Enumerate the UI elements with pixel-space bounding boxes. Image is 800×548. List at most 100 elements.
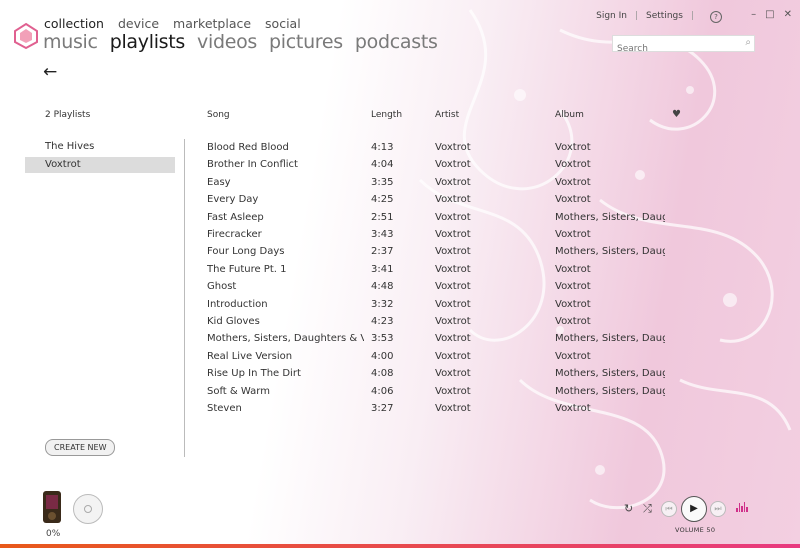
song-length: 4:13 — [371, 142, 394, 153]
song-title: Mothers, Sisters, Daughters & V — [207, 333, 364, 345]
rating-heart-icon[interactable]: ♥ — [672, 109, 681, 120]
search-icon[interactable]: ⌕ — [745, 37, 751, 48]
song-album: Voxtrot — [555, 142, 591, 153]
song-row[interactable]: Brother In Conflict 4:04 Voxtrot Voxtrot — [0, 156, 700, 173]
song-title: The Future Pt. 1 — [207, 263, 287, 275]
song-artist: Voxtrot — [435, 298, 471, 310]
song-row[interactable]: The Future Pt. 1 3:41 Voxtrot Voxtrot — [0, 261, 700, 278]
song-artist: Voxtrot — [435, 211, 471, 223]
repeat-icon[interactable]: ↻ — [624, 502, 633, 515]
song-album: Voxtrot — [555, 298, 591, 310]
song-album: Voxtrot — [555, 176, 591, 188]
song-artist: Voxtrot — [435, 385, 471, 397]
song-length: 3:35 — [371, 176, 394, 188]
song-title: Blood Red Blood — [207, 142, 289, 153]
song-row[interactable]: Easy 3:35 Voxtrot Voxtrot — [0, 174, 700, 191]
song-album: Voxtrot — [555, 316, 591, 327]
help-icon[interactable]: ? — [710, 11, 722, 23]
song-artist: Voxtrot — [435, 368, 471, 380]
song-title: Rise Up In The Dirt — [207, 368, 301, 380]
shuffle-icon[interactable]: ⤮ — [643, 502, 652, 516]
subpivot-videos[interactable]: videos — [197, 31, 257, 53]
song-title: Steven — [207, 403, 242, 414]
song-row[interactable]: Fast Asleep 2:51 Voxtrot Mothers, Sisters, … — [0, 209, 700, 226]
song-length: 3:27 — [371, 403, 394, 414]
separator: | — [634, 11, 639, 21]
disc-burn-icon[interactable] — [73, 494, 103, 524]
song-title: Introduction — [207, 298, 268, 310]
column-header-album[interactable]: Album — [555, 110, 584, 120]
song-length: 4:06 — [371, 385, 394, 397]
window-controls: – □ ✕ — [751, 9, 792, 20]
song-artist: Voxtrot — [435, 333, 471, 345]
search-input[interactable] — [613, 42, 736, 56]
song-row[interactable]: Four Long Days 2:37 Voxtrot Mothers, Sister… — [0, 243, 700, 260]
song-title: Ghost — [207, 281, 237, 293]
song-album: Voxtrot — [555, 194, 591, 206]
pivot-marketplace[interactable]: marketplace — [173, 16, 251, 31]
song-title: Four Long Days — [207, 246, 285, 258]
song-artist: Voxtrot — [435, 194, 471, 206]
maximize-icon[interactable]: □ — [765, 9, 774, 20]
song-row[interactable]: Real Live Version 4:00 Voxtrot Voxtrot — [0, 348, 700, 365]
song-length: 3:41 — [371, 263, 394, 275]
play-button[interactable]: ▶ — [681, 496, 707, 522]
song-album: Mothers, Sisters, Daug — [555, 333, 665, 345]
song-row[interactable]: Blood Red Blood 4:13 Voxtrot Voxtrot — [0, 139, 700, 156]
song-album: Voxtrot — [555, 281, 591, 293]
song-title: Easy — [207, 176, 231, 188]
now-playing-visualizer-icon[interactable] — [736, 502, 748, 512]
song-row[interactable]: Kid Gloves 4:23 Voxtrot Voxtrot — [0, 313, 700, 330]
song-title: Real Live Version — [207, 350, 293, 362]
pivot-social[interactable]: social — [265, 16, 301, 31]
next-track-icon[interactable]: ⏭ — [710, 501, 726, 517]
song-row[interactable]: Rise Up In The Dirt 4:08 Voxtrot Mothers, S… — [0, 365, 700, 382]
sync-progress-text: 0% — [46, 529, 61, 539]
subpivot-playlists[interactable]: playlists — [110, 31, 186, 53]
song-title: Fast Asleep — [207, 211, 264, 223]
song-artist: Voxtrot — [435, 403, 471, 414]
playlist-count-header: 2 Playlists — [45, 110, 91, 120]
pivot-device[interactable]: device — [118, 16, 159, 31]
song-album: Voxtrot — [555, 403, 591, 414]
column-header-artist[interactable]: Artist — [435, 110, 459, 120]
song-length: 4:48 — [371, 281, 394, 293]
song-row[interactable]: Steven 3:27 Voxtrot Voxtrot — [0, 400, 700, 417]
volume-label[interactable]: VOLUME 50 — [675, 526, 715, 534]
song-length: 4:00 — [371, 350, 394, 362]
sign-in-link[interactable]: Sign In — [596, 11, 627, 21]
create-new-button[interactable]: CREATE NEW — [45, 439, 116, 456]
song-title: Soft & Warm — [207, 385, 270, 397]
song-length: 4:08 — [371, 368, 394, 380]
song-row[interactable]: Every Day 4:25 Voxtrot Voxtrot — [0, 191, 700, 208]
subpivot-podcasts[interactable]: podcasts — [355, 31, 438, 53]
song-length: 2:51 — [371, 211, 394, 223]
song-album: Mothers, Sisters, Daug — [555, 246, 665, 258]
song-artist: Voxtrot — [435, 246, 471, 258]
settings-link[interactable]: Settings — [646, 11, 683, 21]
song-length: 4:25 — [371, 194, 394, 206]
column-header-song[interactable]: Song — [207, 110, 230, 120]
song-row[interactable]: Mothers, Sisters, Daughters & V 3:53 Voxtr… — [0, 330, 700, 347]
previous-track-icon[interactable]: ⏮ — [661, 501, 677, 517]
subpivot-pictures[interactable]: pictures — [269, 31, 343, 53]
song-row[interactable]: Introduction 3:32 Voxtrot Voxtrot — [0, 296, 700, 313]
device-icon[interactable] — [43, 491, 61, 523]
pivot-collection[interactable]: collection — [44, 16, 104, 31]
song-row[interactable]: Soft & Warm 4:06 Voxtrot Mothers, Sisters, … — [0, 383, 700, 400]
minimize-icon[interactable]: – — [751, 9, 756, 20]
song-title: Kid Gloves — [207, 316, 260, 327]
top-pivot-nav: collection device marketplace social — [44, 16, 301, 31]
back-arrow-icon[interactable]: ← — [43, 62, 57, 82]
subpivot-music[interactable]: music — [43, 31, 98, 53]
account-links: Sign In | Settings | — [596, 11, 694, 21]
close-icon[interactable]: ✕ — [784, 9, 792, 20]
song-row[interactable]: Ghost 4:48 Voxtrot Voxtrot — [0, 278, 700, 295]
song-length: 3:43 — [371, 229, 394, 240]
song-length: 3:32 — [371, 298, 394, 310]
song-album: Mothers, Sisters, Daug — [555, 211, 665, 223]
column-header-length[interactable]: Length — [371, 110, 402, 120]
zune-logo-icon — [14, 22, 38, 50]
song-album: Voxtrot — [555, 350, 591, 362]
song-row[interactable]: Firecracker 3:43 Voxtrot Voxtrot — [0, 226, 700, 243]
